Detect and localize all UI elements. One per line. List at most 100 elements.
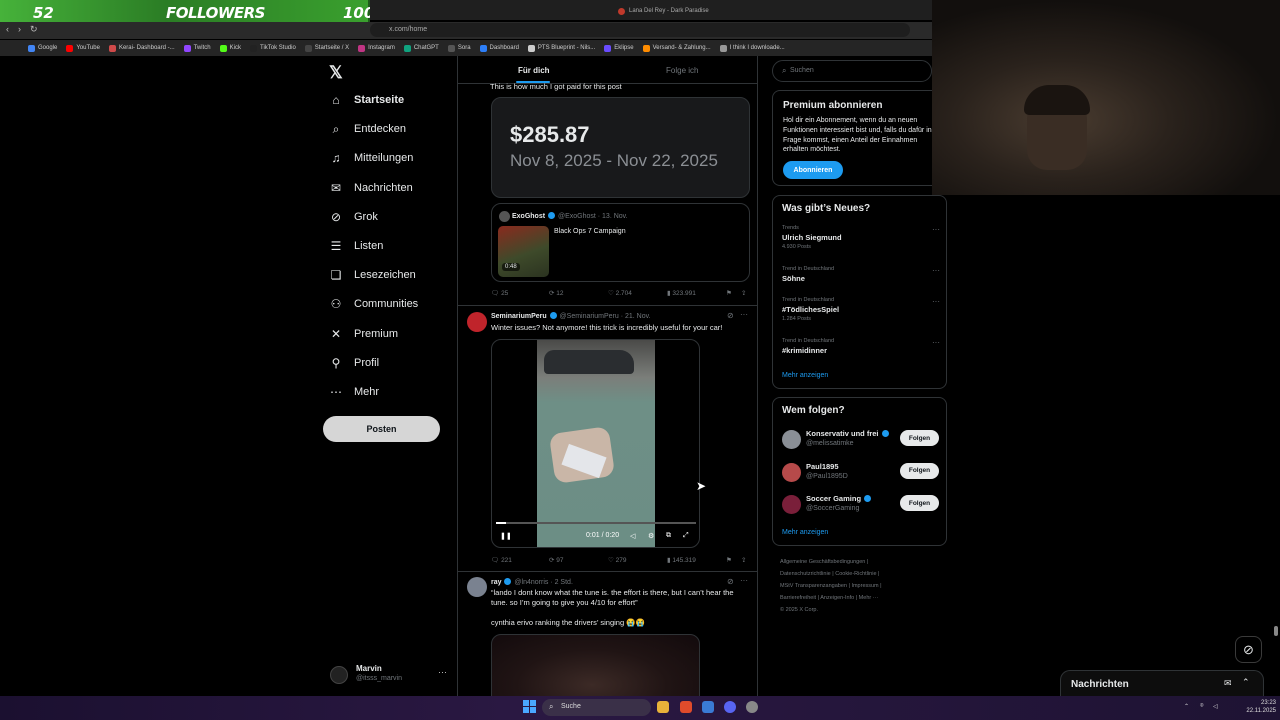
- bookmark-item[interactable]: Dashboard: [479, 44, 519, 52]
- messages-drawer[interactable]: Nachrichten ✉ ⌃: [1060, 670, 1264, 696]
- windows-start-icon[interactable]: [523, 700, 536, 713]
- tab-following[interactable]: Folge ich: [666, 66, 698, 75]
- forward-icon[interactable]: ›: [18, 24, 21, 35]
- reply-button[interactable]: 🗨 221: [491, 556, 512, 564]
- bookmark-item[interactable]: Google: [28, 44, 57, 52]
- repost-button[interactable]: ⟳ 97: [549, 556, 564, 564]
- bookmark-item[interactable]: Eklipse: [604, 44, 634, 52]
- views-button[interactable]: ▮ 145.319: [667, 556, 696, 564]
- file-explorer-icon[interactable]: [657, 701, 669, 713]
- x-logo-icon[interactable]: 𝕏: [329, 63, 343, 83]
- footer-link-row[interactable]: Allgemeine Geschäftsbedingungen |: [780, 556, 930, 568]
- footer-link-row[interactable]: © 2025 X Corp.: [780, 604, 930, 616]
- bookmark-item[interactable]: TikTok Studio: [250, 44, 296, 52]
- nav-item-communities[interactable]: ⚇ Communities: [329, 294, 419, 314]
- more-options-icon[interactable]: ···: [932, 338, 940, 347]
- bookmark-item[interactable]: I think I downloade...: [719, 44, 785, 52]
- new-message-icon[interactable]: ✉: [1224, 678, 1232, 689]
- repost-button[interactable]: ⟳ 12: [549, 289, 564, 297]
- volume-icon[interactable]: ◁: [1213, 703, 1218, 710]
- share-icon[interactable]: ⇪: [741, 289, 746, 297]
- bookmark-item[interactable]: Instagram: [358, 44, 395, 52]
- earnings-image[interactable]: $285.87 Nov 8, 2025 - Nov 22, 2025: [491, 97, 750, 198]
- post-header[interactable]: SeminariumPeru @SeminariumPeru · 21. Nov…: [491, 312, 651, 320]
- bookmark-item[interactable]: Versand- & Zahlung...: [642, 44, 711, 52]
- quoted-post[interactable]: ExoGhost @ExoGhost · 13. Nov. 0:48 Black…: [491, 203, 750, 282]
- trend-item[interactable]: Trend in Deutschland #TödlichesSpiel 1.284…: [782, 297, 942, 322]
- follow-suggestion[interactable]: Soccer Gaming @SoccerGaming Folgen: [782, 493, 944, 515]
- bookmark-item[interactable]: Twitch: [183, 44, 211, 52]
- post-video-thumbnail[interactable]: [491, 634, 700, 696]
- follow-suggestion[interactable]: Konservativ und frei @melissatimke Folgen: [782, 428, 944, 450]
- account-switcher[interactable]: Marvin @itsss_marvin ···: [330, 662, 450, 686]
- search-input[interactable]: ⌕ Suchen: [772, 60, 932, 82]
- nav-item-startseite[interactable]: ⌂ Startseite: [329, 90, 404, 110]
- reload-icon[interactable]: ↻: [30, 24, 38, 35]
- nav-item-premium[interactable]: ✕ Premium: [329, 324, 398, 344]
- fullscreen-icon[interactable]: ⤢: [683, 532, 689, 540]
- network-icon[interactable]: ⌾: [1200, 703, 1204, 710]
- video-progress[interactable]: [496, 522, 696, 524]
- trend-item[interactable]: Trends Ulrich Siegmund 4.930 Posts ···: [782, 225, 942, 250]
- nav-item-mehr[interactable]: ⋯ Mehr: [329, 382, 379, 402]
- pause-icon[interactable]: ❚❚: [500, 532, 512, 540]
- more-options-icon[interactable]: ···: [932, 297, 940, 306]
- nav-item-grok[interactable]: ⊘ Grok: [329, 207, 378, 227]
- avatar[interactable]: [467, 577, 487, 597]
- show-more-follow-link[interactable]: Mehr anzeigen: [782, 529, 828, 536]
- follow-suggestion[interactable]: Paul1895 @Paul1895D Folgen: [782, 461, 944, 483]
- nav-item-nachrichten[interactable]: ✉ Nachrichten: [329, 178, 413, 198]
- avatar[interactable]: [467, 312, 487, 332]
- grok-icon[interactable]: ⊘: [1235, 636, 1262, 663]
- bookmark-item[interactable]: Kick: [219, 44, 241, 52]
- nav-item-lesezeichen[interactable]: ❏ Lesezeichen: [329, 265, 416, 285]
- views-button[interactable]: ▮ 323.991: [667, 289, 696, 297]
- clock[interactable]: 23:23 22.11.2025: [1240, 699, 1276, 715]
- reply-button[interactable]: 🗨 25: [491, 289, 508, 297]
- follow-button[interactable]: Folgen: [900, 462, 939, 479]
- tray-chevron-icon[interactable]: ⌃: [1184, 703, 1189, 710]
- trend-item[interactable]: Trend in Deutschland Söhne ···: [782, 266, 942, 283]
- bookmark-item[interactable]: Kerai- Dashboard -...: [108, 44, 175, 52]
- settings-icon[interactable]: ⚙: [648, 532, 654, 540]
- quoted-author[interactable]: ExoGhost @ExoGhost · 13. Nov.: [512, 212, 628, 220]
- mail-app-icon[interactable]: [702, 701, 714, 713]
- footer-link-row[interactable]: Datenschutzrichtlinie | Cookie-Richtlini…: [780, 568, 930, 580]
- nav-item-entdecken[interactable]: ⌕ Entdecken: [329, 119, 406, 139]
- follow-button[interactable]: Folgen: [900, 430, 939, 446]
- grok-icon[interactable]: ⊘: [727, 577, 734, 586]
- browser-tab[interactable]: Lana Del Rey - Dark Paradise: [618, 3, 740, 19]
- nav-item-profil[interactable]: ⚲ Profil: [329, 353, 379, 373]
- scrollbar[interactable]: [1274, 626, 1278, 636]
- bookmark-item[interactable]: Startseite / X: [304, 44, 349, 52]
- subscribe-button[interactable]: Abonnieren: [783, 161, 843, 179]
- bookmark-icon[interactable]: ⚑: [726, 556, 732, 564]
- bookmark-icon[interactable]: ⚑: [726, 289, 732, 297]
- more-options-icon[interactable]: ···: [932, 266, 940, 275]
- bookmark-item[interactable]: Sora: [447, 44, 471, 52]
- mute-icon[interactable]: ◁: [630, 532, 635, 540]
- taskbar-search[interactable]: ⌕ Suche: [542, 699, 651, 716]
- share-icon[interactable]: ⇪: [741, 556, 746, 564]
- footer-link-row[interactable]: Barrierefreiheit | Anzeigen-Info | Mehr …: [780, 592, 930, 604]
- like-button[interactable]: ♡ 2.704: [608, 289, 632, 297]
- trend-item[interactable]: Trend in Deutschland #krimidinner ···: [782, 338, 942, 355]
- more-options-icon[interactable]: ···: [740, 576, 748, 585]
- back-icon[interactable]: ‹: [6, 24, 9, 35]
- address-bar[interactable]: x.com/home: [370, 23, 910, 37]
- bookmark-item[interactable]: YouTube: [66, 44, 100, 52]
- tab-for-you[interactable]: Für dich: [518, 66, 550, 75]
- grok-icon[interactable]: ⊘: [727, 311, 734, 320]
- bookmark-item[interactable]: ChatGPT: [403, 44, 439, 52]
- discord-icon[interactable]: [724, 701, 736, 713]
- more-options-icon[interactable]: ···: [438, 667, 447, 677]
- post-header[interactable]: ray @ln4norris · 2 Std.: [491, 578, 573, 586]
- bookmark-item[interactable]: PTS Blueprint - Nils...: [527, 44, 595, 52]
- nav-item-mitteilungen[interactable]: ♫ Mitteilungen: [329, 148, 414, 168]
- like-button[interactable]: ♡ 279: [608, 556, 627, 564]
- footer-link-row[interactable]: MStV Transparenzangaben | Impressum |: [780, 580, 930, 592]
- brave-browser-icon[interactable]: [680, 701, 692, 713]
- obs-icon[interactable]: [746, 701, 758, 713]
- expand-icon[interactable]: ⌃: [1242, 677, 1250, 688]
- picture-in-picture-icon[interactable]: ⧉: [666, 532, 671, 540]
